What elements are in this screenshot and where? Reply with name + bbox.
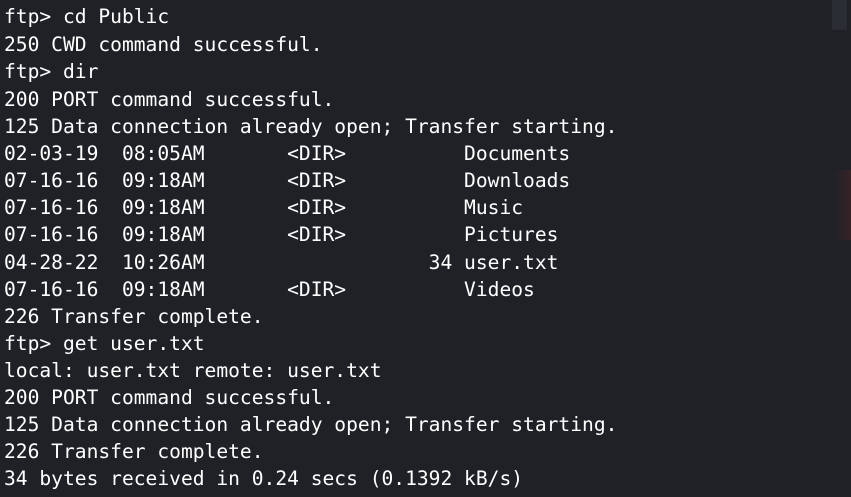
- window-edge-glow: [833, 170, 851, 240]
- terminal-line: 34 bytes received in 0.24 secs (0.1392 k…: [4, 467, 524, 490]
- directory-listing-row: 07-16-16 09:18AM <DIR> Music: [4, 196, 524, 219]
- directory-listing-row: 07-16-16 09:18AM <DIR> Pictures: [4, 223, 559, 246]
- terminal-window[interactable]: ftp> cd Public 250 CWD command successfu…: [0, 0, 851, 497]
- terminal-line: ftp> cd Public: [4, 5, 170, 28]
- terminal-line: 250 CWD command successful.: [4, 33, 323, 56]
- directory-listing-row: 02-03-19 08:05AM <DIR> Documents: [4, 142, 571, 165]
- terminal-line: 125 Data connection already open; Transf…: [4, 413, 618, 436]
- terminal-line: 226 Transfer complete.: [4, 305, 264, 328]
- terminal-line: 200 PORT command successful.: [4, 386, 335, 409]
- terminal-line: 125 Data connection already open; Transf…: [4, 115, 618, 138]
- scrollbar-thumb[interactable]: [832, 0, 847, 30]
- terminal-line: 226 Transfer complete.: [4, 440, 264, 463]
- scrollbar[interactable]: [829, 0, 851, 497]
- terminal-line: local: user.txt remote: user.txt: [4, 359, 382, 382]
- directory-listing-row: 07-16-16 09:18AM <DIR> Videos: [4, 278, 535, 301]
- terminal-line: ftp> get user.txt: [4, 332, 205, 355]
- directory-listing-row: 04-28-22 10:26AM 34 user.txt: [4, 251, 559, 274]
- directory-listing-row: 07-16-16 09:18AM <DIR> Downloads: [4, 169, 571, 192]
- terminal-line: ftp> dir: [4, 60, 99, 83]
- terminal-line: 200 PORT command successful.: [4, 88, 335, 111]
